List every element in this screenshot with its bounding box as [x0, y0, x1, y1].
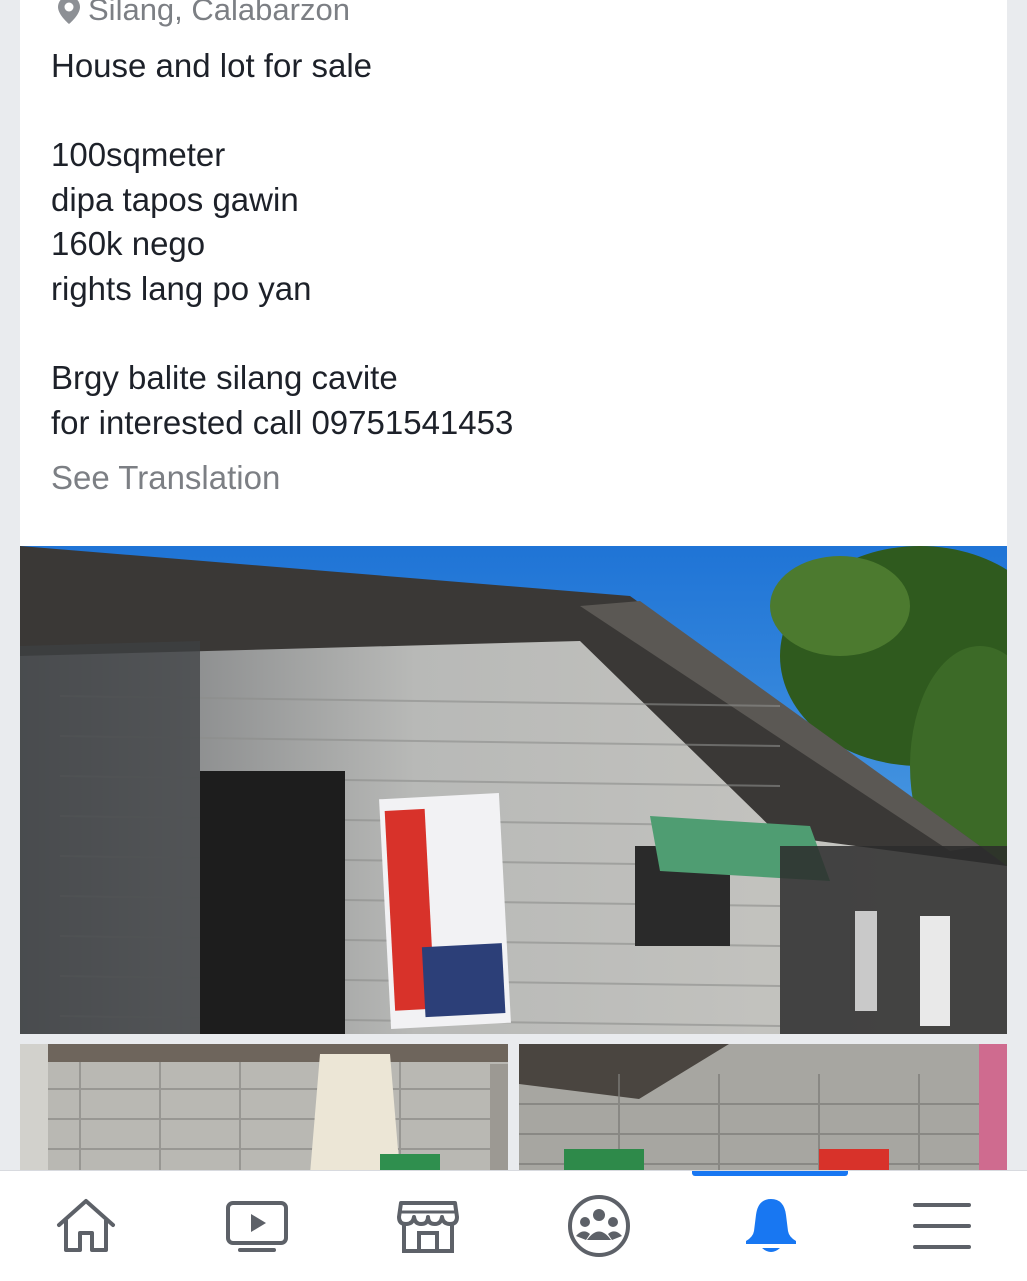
menu-icon — [913, 1203, 971, 1249]
post-location[interactable]: Silang, Calabarzon — [58, 0, 350, 30]
tab-groups[interactable] — [539, 1171, 659, 1281]
post-body-text: House and lot for sale 100sqmeter dipa t… — [51, 44, 981, 445]
video-icon — [226, 1201, 288, 1252]
post-photo-main[interactable] — [20, 546, 1007, 1034]
tab-notifications[interactable] — [711, 1171, 831, 1281]
marketplace-icon — [397, 1201, 459, 1253]
house-interior-image-2 — [519, 1044, 1007, 1174]
house-exterior-image — [20, 546, 1007, 1034]
post-text-line: rights lang po yan — [51, 269, 312, 307]
post-text-line: 100sqmeter — [51, 136, 226, 174]
post-photo-secondary-2[interactable] — [519, 1044, 1007, 1174]
see-translation-link[interactable]: See Translation — [51, 456, 280, 500]
post-text-line: for interested call 09751541453 — [51, 403, 514, 441]
post-text-line: 160k nego — [51, 225, 206, 263]
bottom-tab-bar — [0, 1170, 1027, 1281]
home-icon — [57, 1199, 115, 1252]
tab-marketplace[interactable] — [368, 1171, 488, 1281]
house-interior-image-1 — [20, 1044, 508, 1174]
post-text-line: House and lot for sale — [51, 47, 373, 84]
post-card: Silang, Calabarzon House and lot for sal… — [20, 0, 1007, 546]
post-text-line: dipa tapos gawin — [51, 180, 299, 218]
post-photo-secondary-1[interactable] — [20, 1044, 508, 1174]
post-text-line: Brgy balite silang cavite — [51, 359, 398, 397]
tab-menu[interactable] — [882, 1171, 1002, 1281]
notifications-icon — [746, 1199, 796, 1252]
post-text-blank-line — [51, 312, 981, 357]
post-text-blank-line — [51, 89, 981, 134]
tab-home[interactable] — [26, 1171, 146, 1281]
groups-icon — [568, 1195, 630, 1257]
location-pin-icon — [58, 0, 80, 24]
location-text: Silang, Calabarzon — [88, 0, 350, 27]
tab-watch[interactable] — [197, 1171, 317, 1281]
